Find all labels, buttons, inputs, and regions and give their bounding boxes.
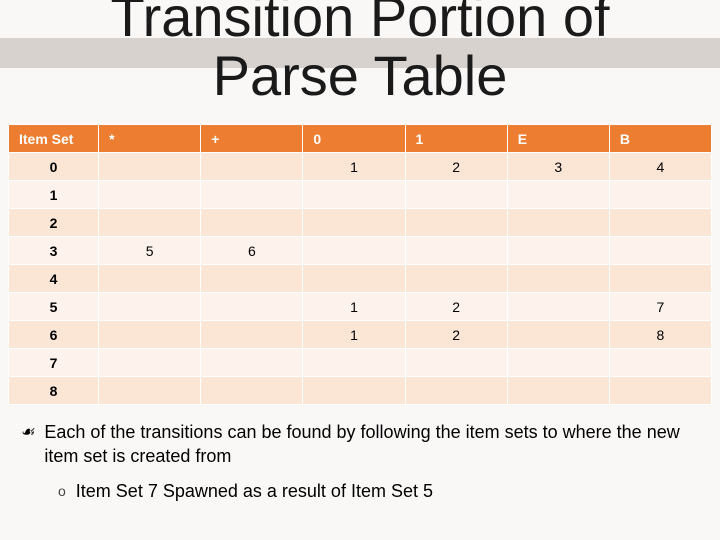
table-cell: 4 xyxy=(609,153,711,181)
title-line-2: Parse Table xyxy=(213,44,508,107)
table-row: 6 12 8 xyxy=(9,321,712,349)
table-cell xyxy=(201,349,303,377)
row-label: 3 xyxy=(9,237,99,265)
col-header: B xyxy=(609,125,711,153)
table-cell xyxy=(507,209,609,237)
table-cell xyxy=(507,237,609,265)
table-cell: 2 xyxy=(405,153,507,181)
table-cell xyxy=(405,265,507,293)
bullet-list: ☙ Each of the transitions can be found b… xyxy=(20,420,700,503)
table-cell xyxy=(99,377,201,405)
table-row: 1 xyxy=(9,181,712,209)
title-line-1: Transition Portion of xyxy=(110,0,609,48)
table-cell xyxy=(201,265,303,293)
bullet-icon: ☙ xyxy=(20,420,34,469)
row-label: 7 xyxy=(9,349,99,377)
table-cell: 8 xyxy=(609,321,711,349)
row-label: 2 xyxy=(9,209,99,237)
col-header: Item Set xyxy=(9,125,99,153)
table-row: 356 xyxy=(9,237,712,265)
table-cell xyxy=(507,293,609,321)
table-cell xyxy=(303,181,405,209)
table-cell xyxy=(609,377,711,405)
table-cell xyxy=(99,181,201,209)
table-cell xyxy=(507,181,609,209)
table-cell xyxy=(99,265,201,293)
table-cell xyxy=(609,237,711,265)
table-cell xyxy=(405,349,507,377)
table-row: 7 xyxy=(9,349,712,377)
row-label: 5 xyxy=(9,293,99,321)
bullet-item: ☙ Each of the transitions can be found b… xyxy=(20,420,700,469)
table-cell: 7 xyxy=(609,293,711,321)
row-label: 4 xyxy=(9,265,99,293)
table-cell: 1 xyxy=(303,293,405,321)
table-row: 4 xyxy=(9,265,712,293)
table-cell xyxy=(201,153,303,181)
table-cell xyxy=(609,265,711,293)
table-cell: 2 xyxy=(405,321,507,349)
bullet-sub-item: o Item Set 7 Spawned as a result of Item… xyxy=(58,479,700,503)
parse-table: Item Set * + 0 1 E B 0123412356451276128… xyxy=(8,124,712,405)
table-cell xyxy=(405,237,507,265)
col-header: 0 xyxy=(303,125,405,153)
table-cell xyxy=(507,377,609,405)
table-cell xyxy=(201,321,303,349)
table-cell: 2 xyxy=(405,293,507,321)
col-header: + xyxy=(201,125,303,153)
table-cell xyxy=(201,377,303,405)
table-cell xyxy=(303,209,405,237)
bullet-sub-text: Item Set 7 Spawned as a result of Item S… xyxy=(76,479,433,503)
bullet-text: Each of the transitions can be found by … xyxy=(44,420,700,469)
table-row: 8 xyxy=(9,377,712,405)
table-cell xyxy=(99,293,201,321)
table-cell xyxy=(609,349,711,377)
col-header: 1 xyxy=(405,125,507,153)
table-cell: 6 xyxy=(201,237,303,265)
table-cell xyxy=(303,349,405,377)
bullet-sub-icon: o xyxy=(58,479,66,503)
table-cell xyxy=(201,209,303,237)
row-label: 1 xyxy=(9,181,99,209)
table-cell xyxy=(303,237,405,265)
table-cell xyxy=(99,349,201,377)
col-header: E xyxy=(507,125,609,153)
table-row: 5 12 7 xyxy=(9,293,712,321)
col-header: * xyxy=(99,125,201,153)
table-row: 2 xyxy=(9,209,712,237)
table-cell xyxy=(405,377,507,405)
table-cell: 1 xyxy=(303,321,405,349)
table-cell xyxy=(507,349,609,377)
table-cell: 5 xyxy=(99,237,201,265)
table-cell xyxy=(99,153,201,181)
table-cell: 3 xyxy=(507,153,609,181)
table-cell xyxy=(405,209,507,237)
table-cell xyxy=(201,181,303,209)
table-cell xyxy=(303,265,405,293)
table-cell xyxy=(99,209,201,237)
table-cell xyxy=(303,377,405,405)
table-cell xyxy=(405,181,507,209)
table-cell xyxy=(201,293,303,321)
row-label: 0 xyxy=(9,153,99,181)
table-cell xyxy=(507,321,609,349)
row-label: 8 xyxy=(9,377,99,405)
row-label: 6 xyxy=(9,321,99,349)
table-header-row: Item Set * + 0 1 E B xyxy=(9,125,712,153)
table-cell xyxy=(507,265,609,293)
table-cell xyxy=(99,321,201,349)
table-cell: 1 xyxy=(303,153,405,181)
table-cell xyxy=(609,209,711,237)
table-cell xyxy=(609,181,711,209)
table-row: 0 1234 xyxy=(9,153,712,181)
page-title: Transition Portion of Parse Table xyxy=(0,0,720,106)
